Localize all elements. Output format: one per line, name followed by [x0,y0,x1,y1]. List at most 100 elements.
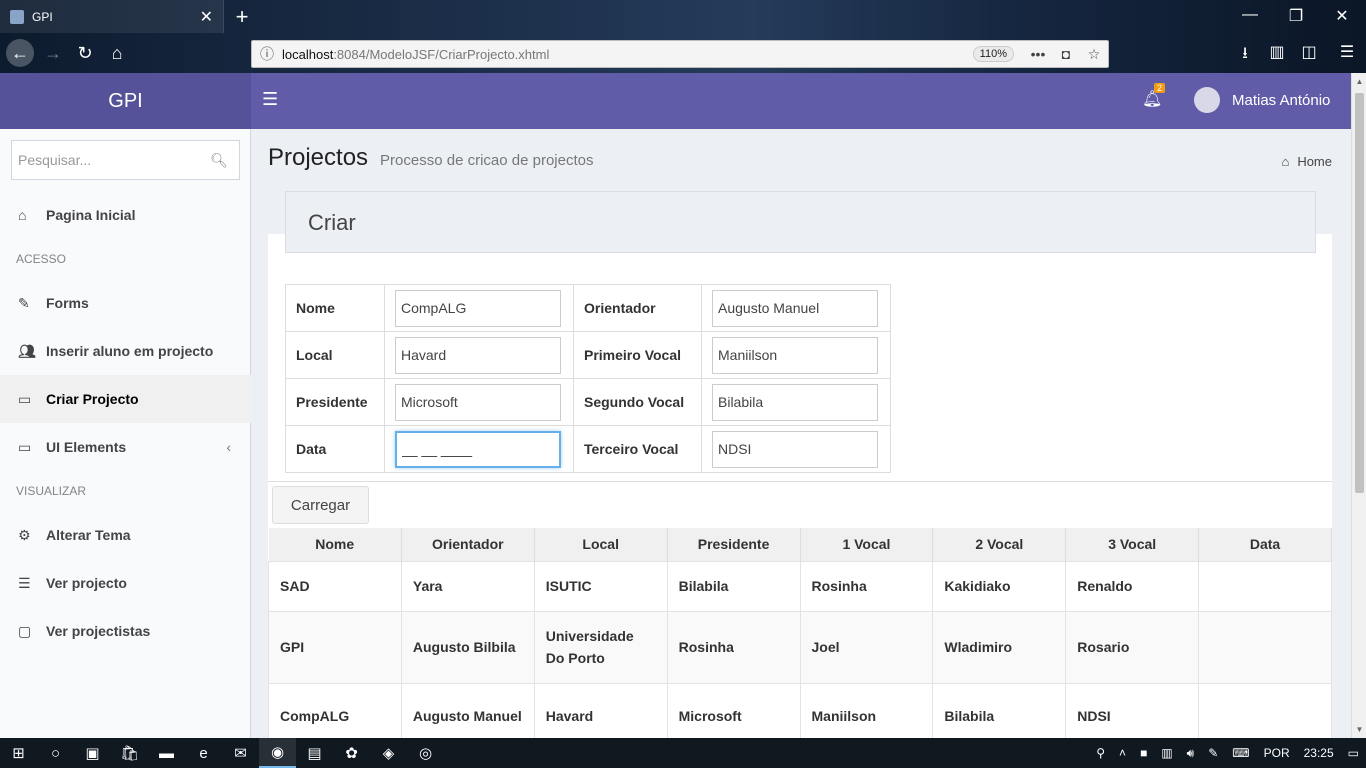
back-button[interactable]: ← [6,39,34,67]
table-cell: Rosinha [799,560,934,612]
new-tab-button[interactable]: + [230,4,254,30]
url-bar[interactable]: ⓘ localhost :8084/ModeloJSF/CriarProject… [251,40,1109,68]
column-header[interactable]: 1 Vocal [800,528,934,561]
info-icon[interactable]: ⓘ [252,44,282,64]
local-label: Local [285,331,385,379]
menu-header-visualizar: VISUALIZAR [16,484,87,498]
local-field[interactable] [395,336,561,374]
file-explorer-icon[interactable]: ▬ [148,738,185,768]
restore-icon[interactable]: ❐ [1284,6,1308,26]
firefox-icon[interactable]: ◉ [259,738,296,768]
breadcrumb-home[interactable]: Home [1297,154,1332,169]
forward-button[interactable]: → [40,40,66,66]
home-button[interactable]: ⌂ [104,40,130,66]
carregar-button[interactable]: Carregar [272,486,369,524]
primeiro-vocal-field[interactable] [712,336,878,374]
chrome-icon[interactable]: ◎ [407,738,444,768]
table-cell [1198,560,1332,612]
sidebar-item-ver-projectistas[interactable]: ▢ Ver projectistas [0,607,251,655]
notification-badge: 2 [1154,83,1166,93]
column-header[interactable]: Presidente [667,528,801,561]
orientador-field[interactable] [712,289,878,327]
presidente-field[interactable] [395,383,561,421]
paint-icon[interactable]: ✿ [333,738,370,768]
table-cell: Joel [799,610,934,684]
notifications-bell-icon[interactable]: 🔔︎ 2 [1142,83,1166,109]
scroll-up-icon[interactable]: ▲ [1352,77,1366,86]
user-menu[interactable]: Matias António [1194,87,1330,113]
page-actions-icon[interactable]: ••• [1024,46,1052,62]
presidente-label: Presidente [285,378,385,426]
task-view-icon[interactable]: ▣ [74,738,111,768]
language-indicator[interactable]: POR [1264,746,1290,760]
sidebar-toggle-button[interactable]: ☰ [262,89,278,110]
reload-button[interactable]: ↻ [72,40,98,66]
divider [268,481,1332,482]
volume-icon[interactable]: 🔊︎ [1187,746,1195,761]
browser-tab[interactable]: GPI ✕ [0,0,224,33]
table-row[interactable]: GPI Augusto Bilbila Universidade Do Port… [268,610,1332,684]
terceiro-vocal-field[interactable] [712,430,878,468]
projects-table: Nome Orientador Local Presidente 1 Vocal… [268,528,1332,750]
edge-icon[interactable]: e [185,738,222,768]
folder-icon: ▢ [18,622,32,639]
column-header[interactable]: Orientador [401,528,535,561]
table-cell: Augusto Bilbila [400,610,535,684]
project-form: Nome Orientador Local Primeiro Vocal Pre… [285,284,891,473]
scrollbar-thumb[interactable] [1355,93,1364,493]
sidebar-item-inserir-aluno[interactable]: 👥︎ Inserir aluno em projecto [0,327,251,375]
search-icon[interactable]: 🔍︎ [199,152,239,169]
app-tray-icon[interactable]: ■ [1140,746,1147,760]
segundo-vocal-field[interactable] [712,383,878,421]
column-header[interactable]: Local [534,528,668,561]
scroll-down-icon[interactable]: ▼ [1352,725,1366,734]
sidebar-toggle-icon[interactable]: ◫ [1296,42,1322,62]
chevron-up-icon[interactable]: ˄ [1119,746,1126,760]
people-icon[interactable]: ⚲ [1096,746,1105,760]
box-header: Criar [285,191,1316,253]
minimize-icon[interactable]: — [1238,6,1262,24]
keyboard-icon[interactable]: ⌨ [1232,746,1249,760]
library-icon[interactable]: ▥ [1264,42,1290,62]
mail-icon[interactable]: ✉ [222,738,259,768]
search-input[interactable] [12,152,199,168]
zoom-indicator[interactable]: 110% [972,46,1014,62]
home-icon: ⌂ [1281,154,1290,169]
store-icon[interactable]: 🛍︎ [111,738,148,768]
close-tab-icon[interactable]: ✕ [200,7,213,27]
sidebar-item-pagina-inicial[interactable]: ⌂ Pagina Inicial [0,191,251,239]
sidebar-item-ver-projecto[interactable]: ☰ Ver projecto [0,559,251,607]
data-field[interactable] [395,430,561,468]
sidebar-item-alterar-tema[interactable]: ⚙ Alterar Tema [0,511,251,559]
download-icon[interactable]: ⭳ [1232,42,1258,69]
clock[interactable]: 23:25 [1304,746,1334,760]
menu-icon[interactable]: ☰ [1334,42,1360,62]
column-header[interactable]: 2 Vocal [932,528,1067,561]
sidebar-item-ui-elements[interactable]: ▭ UI Elements ‹ [0,423,251,471]
network-icon[interactable]: ▥ [1161,746,1172,760]
search-circle-icon[interactable]: ○ [37,738,74,768]
column-header[interactable]: Data [1198,528,1332,561]
app-logo[interactable]: GPI [0,73,251,129]
table-row[interactable]: SAD Yara ISUTIC Bilabila Rosinha Kakidia… [268,560,1332,612]
pocket-icon[interactable]: ◘ [1052,46,1080,62]
pen-icon[interactable]: ✎ [1208,746,1218,760]
sidebar-item-criar-projecto[interactable]: ▭ Criar Projecto [0,375,251,423]
column-header[interactable]: 3 Vocal [1065,528,1200,561]
start-icon[interactable]: ⊞ [0,738,37,768]
close-window-icon[interactable]: ✕ [1330,6,1354,26]
nome-field[interactable] [395,289,561,327]
virtualbox-icon[interactable]: ◈ [370,738,407,768]
sidebar-item-forms[interactable]: ✎ Forms [0,279,251,327]
bookmark-star-icon[interactable]: ☆ [1080,46,1108,63]
page-scrollbar[interactable]: ▲ ▼ [1351,73,1366,738]
breadcrumb[interactable]: ⌂ Home [1281,154,1332,169]
home-icon: ⌂ [18,207,27,223]
laptop-icon: ▭ [18,390,32,407]
notes-icon[interactable]: ▤ [296,738,333,768]
notifications-icon[interactable]: ▭ [1348,746,1359,760]
users-icon: 👥︎ [18,342,36,359]
laptop-icon: ▭ [18,438,32,455]
column-header[interactable]: Nome [268,528,402,561]
url-path: :8084/ModeloJSF/CriarProjecto.xhtml [333,46,550,62]
